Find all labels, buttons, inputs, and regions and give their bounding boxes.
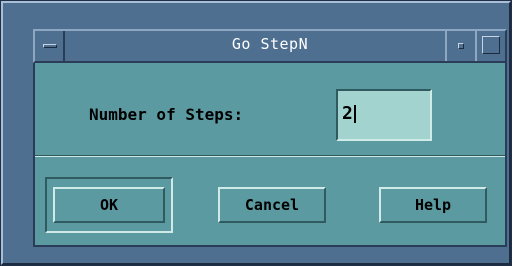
maximize-button[interactable] [475,31,505,61]
text-caret [353,105,356,123]
maximize-icon [482,36,500,54]
title-bar[interactable]: Go StepN [33,29,507,63]
dialog-window: Go StepN Number of Steps: 2 OK Cancel He… [0,0,512,266]
separator [35,155,505,157]
dialog-body: Number of Steps: 2 OK Cancel Help [33,63,507,247]
cancel-button[interactable]: Cancel [218,187,326,223]
steps-label: Number of Steps: [89,105,244,124]
window-title: Go StepN [231,35,309,53]
help-button[interactable]: Help [379,187,487,223]
minimize-button[interactable] [445,31,475,61]
window-menu-icon [43,44,57,48]
ok-button[interactable]: OK [53,187,165,223]
window-menu-button[interactable] [35,31,65,61]
steps-value: 2 [342,103,353,124]
minimize-icon [458,43,464,49]
steps-input[interactable]: 2 [336,89,432,141]
